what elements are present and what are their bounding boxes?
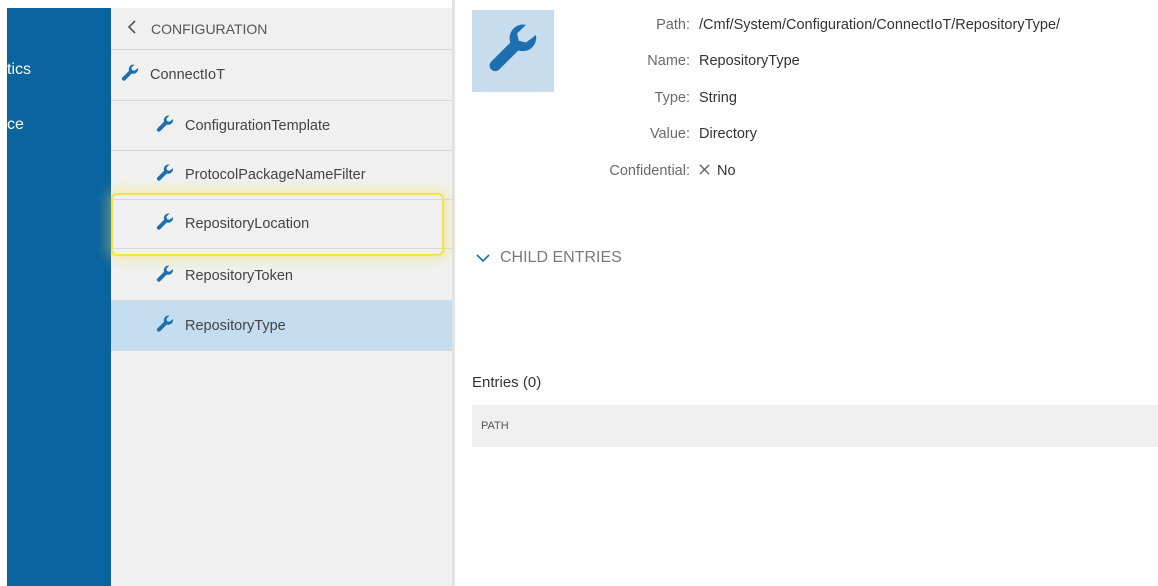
tree-item-label: ProtocolPackageNameFilter bbox=[185, 167, 366, 183]
wrench-icon bbox=[155, 314, 175, 338]
tree-item-label: RepositoryLocation bbox=[185, 216, 310, 232]
confidential-value: No bbox=[699, 163, 736, 179]
type-value: String bbox=[699, 90, 737, 106]
tree-item-protocolpackagenamefilter[interactable]: ProtocolPackageNameFilter bbox=[111, 151, 452, 200]
entries-count-title: Entries (0) bbox=[472, 374, 542, 391]
tree-item-label: ConfigurationTemplate bbox=[185, 117, 331, 134]
nav-item-analytics[interactable]: tics bbox=[7, 61, 31, 79]
tree-item-configurationtemplate[interactable]: ConfigurationTemplate bbox=[111, 101, 452, 151]
wrench-icon bbox=[155, 212, 175, 236]
wrench-icon bbox=[155, 264, 175, 288]
name-label: Name: bbox=[647, 53, 690, 69]
chevron-left-icon bbox=[127, 20, 137, 37]
type-label: Type: bbox=[654, 90, 690, 106]
column-header-path[interactable]: PATH bbox=[481, 420, 509, 432]
wrench-icon bbox=[120, 63, 140, 87]
child-entries-label: CHILD ENTRIES bbox=[500, 249, 622, 266]
confidential-text: No bbox=[717, 163, 736, 179]
configuration-tree: CONFIGURATION ConnectIoT ConfigurationTe… bbox=[111, 8, 452, 586]
chevron-down-icon bbox=[476, 253, 490, 262]
name-value: RepositoryType bbox=[699, 53, 800, 69]
wrench-icon bbox=[155, 114, 175, 138]
tree-item-repositorylocation[interactable]: RepositoryLocation bbox=[111, 200, 452, 249]
tree-back-header[interactable]: CONFIGURATION bbox=[111, 8, 452, 50]
path-label: Path: bbox=[656, 17, 690, 33]
tree-item-repositorytype-selected[interactable]: RepositoryType bbox=[111, 301, 452, 351]
value-value: Directory bbox=[699, 126, 758, 142]
tree-header-label: CONFIGURATION bbox=[151, 20, 268, 37]
tree-item-label: ConnectIoT bbox=[150, 67, 225, 83]
confidential-label: Confidential: bbox=[609, 163, 690, 179]
panel-divider[interactable] bbox=[452, 0, 455, 586]
child-entries-toggle[interactable]: CHILD ENTRIES bbox=[476, 249, 622, 267]
value-label: Value: bbox=[649, 126, 690, 142]
tree-item-label: RepositoryType bbox=[185, 317, 286, 334]
tree-item-repositorytoken[interactable]: RepositoryToken bbox=[111, 251, 452, 301]
tree-item-label: RepositoryToken bbox=[185, 267, 293, 284]
entries-table-header: PATH bbox=[472, 405, 1158, 447]
path-value: /Cmf/System/Configuration/ConnectIoT/Rep… bbox=[699, 17, 1061, 33]
nav-item-ce[interactable]: ce bbox=[7, 116, 24, 134]
wrench-icon bbox=[155, 163, 175, 187]
close-icon bbox=[699, 163, 710, 179]
tree-item-connectiot[interactable]: ConnectIoT bbox=[111, 50, 452, 101]
left-navigation: tics ce bbox=[7, 8, 111, 586]
